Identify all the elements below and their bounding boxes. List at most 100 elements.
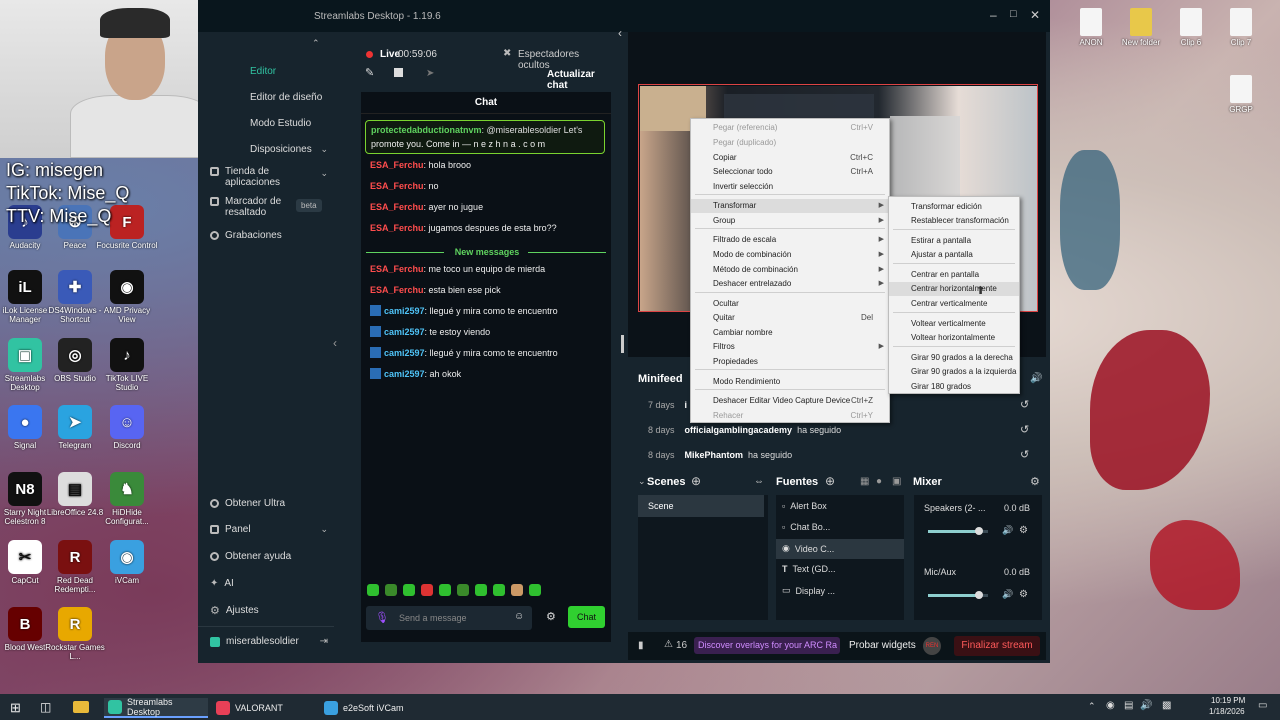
source-item[interactable]: ▫ Alert Box [782,501,827,511]
file-explorer-icon[interactable] [73,701,89,713]
close-icon[interactable]: ✕ [1030,8,1040,22]
task-view-icon[interactable]: ◫ [40,700,51,714]
refresh-chat-button[interactable]: Actualizar chat [547,69,612,91]
speaker-icon[interactable]: 🔊 [1140,700,1152,711]
context-menu-item[interactable]: Ocultar [691,297,889,311]
desktop-icon[interactable]: R Rockstar Games L... [44,607,106,661]
source-item[interactable]: ▭ Display ... [782,585,835,596]
sidebar-item-help[interactable]: Obtener ayuda [210,551,291,562]
collapse-left-icon[interactable]: ‹ [333,336,337,350]
test-widgets-button[interactable]: Probar widgets [849,640,916,651]
replay-icon[interactable]: ↺ [1020,423,1029,436]
chat-username[interactable]: cami2597 [384,369,425,379]
logout-icon[interactable]: ⇥ [320,636,328,647]
clapper-icon[interactable] [394,68,403,77]
desktop-icon[interactable]: ◉ iVCam [96,540,158,585]
feed-user[interactable]: officialgamblingacademy [685,425,793,435]
chat-input[interactable]: 🎙 Send a message ☺ [366,606,532,630]
taskbar-app[interactable]: VALORANT [212,698,312,718]
gear-icon[interactable]: ⚙ [1019,589,1028,600]
context-menu-item[interactable]: Deshacer Editar Video Capture Device Ctrl… [691,394,889,408]
emote-icon[interactable] [457,584,469,596]
submenu-item[interactable]: Girar 180 grados [889,380,1019,394]
tray-overflow-icon[interactable]: ⌃ [1088,701,1096,712]
avatar[interactable]: REN [923,637,941,655]
context-menu-item[interactable]: Modo Rendimiento [691,375,889,389]
desktop-icon[interactable]: ♞ HiDHide Configurat... [96,472,158,526]
sidebar-item-dashboard[interactable]: Panel ⌄ [210,524,328,535]
resize-handle[interactable] [621,335,624,353]
desktop-icon[interactable]: ♪ TikTok LIVE Studio [96,338,158,392]
speaker-icon[interactable]: 🔊 [1002,525,1013,536]
submenu-item[interactable]: Transformar edición [889,200,1019,214]
sidebar-item-layouts[interactable]: Disposiciones ⌄ [210,144,328,155]
volume-slider[interactable] [928,527,988,535]
battery-icon[interactable]: ▩ [1162,700,1171,711]
chat-username[interactable]: ESA_Ferchu [370,202,424,212]
emote-icon[interactable] [367,584,379,596]
emote-icon[interactable] [511,584,523,596]
context-menu-item[interactable]: Quitar Del [691,311,889,325]
context-menu-item[interactable]: Método de combinación ▶ [691,263,889,277]
source-tools-icon[interactable]: ▦ [860,476,869,487]
chat-username[interactable]: protectedabductionatnvm [371,125,482,135]
chat-username[interactable]: ESA_Ferchu [370,285,424,295]
chat-username[interactable]: ESA_Ferchu [370,223,424,233]
speaker-icon[interactable]: 🔊 [1002,589,1013,600]
submenu-item[interactable]: Centrar en pantalla [889,268,1019,282]
chat-send-button[interactable]: Chat [568,606,605,628]
feed-user[interactable]: MikePhantom [685,450,744,460]
context-menu-item[interactable]: Invertir selección [691,180,889,194]
chevron-up-icon[interactable]: ⌃ [312,38,320,49]
submenu-item[interactable]: Estirar a pantalla [889,234,1019,248]
emote-icon[interactable] [439,584,451,596]
clock-date[interactable]: 1/18/2026 [1209,707,1245,716]
add-scene-icon[interactable]: ⊕ [691,474,701,488]
minimize-icon[interactable]: – [990,8,997,22]
emote-icon[interactable] [475,584,487,596]
context-menu-item[interactable]: Filtros ▶ [691,340,889,354]
submenu-item[interactable]: Girar 90 grados a la izquierda [889,365,1019,379]
gear-icon[interactable]: ⚙ [1030,475,1040,488]
source-item[interactable]: T Text (GD... [782,564,836,574]
folder-icon[interactable]: ▣ [892,476,901,487]
scene-transitions-icon[interactable]: ⇔ [754,476,764,487]
sidebar-item-ai[interactable]: ✦ AI [210,578,234,589]
promo-banner[interactable]: Discover overlays for your ARC Ra [694,637,840,654]
desktop-icon[interactable]: ◉ AMD Privacy View [96,270,158,324]
desktop-icon[interactable]: Clip 7 [1210,8,1272,47]
chat-username[interactable]: ESA_Ferchu [370,264,424,274]
eye-slash-icon[interactable]: ✖ [503,48,511,59]
edit-icon[interactable]: ✎ [365,66,374,79]
context-menu-item[interactable]: Modo de combinación ▶ [691,248,889,262]
emote-icon[interactable] [421,584,433,596]
submenu-item[interactable]: Ajustar a pantalla [889,248,1019,262]
clock-time[interactable]: 10:19 PM [1211,696,1245,705]
sidebar-item-settings[interactable]: ⚙ Ajustes [210,604,259,617]
sidebar-item-app-store[interactable]: Tienda de aplicaciones ⌄ [210,166,328,188]
steam-icon[interactable]: ◉ [1106,700,1115,711]
submenu-item[interactable]: Voltear horizontalmente [889,331,1019,345]
emote-icon[interactable] [385,584,397,596]
context-menu-item[interactable]: Filtrado de escala ▶ [691,233,889,247]
mic-icon[interactable]: 🎙 [375,611,389,624]
context-menu-item[interactable]: Seleccionar todo Ctrl+A [691,165,889,179]
sidebar-item-highlighter[interactable]: Marcador de resaltado beta [210,196,328,218]
chat-username[interactable]: ESA_Ferchu [370,160,424,170]
volume-knob[interactable] [975,591,983,599]
context-menu-item[interactable]: Copiar Ctrl+C [691,151,889,165]
maximize-icon[interactable]: □ [1010,8,1017,20]
desktop-icon[interactable]: ☺ Discord [96,405,158,450]
taskbar-app[interactable]: e2eSoft iVCam [320,698,430,718]
chat-username[interactable]: ESA_Ferchu [370,181,424,191]
context-menu-item[interactable]: Deshacer entrelazado ▶ [691,277,889,291]
share-icon[interactable]: ➤ [426,68,434,79]
sidebar-item-layout-editor[interactable]: Editor de diseño [210,92,322,103]
gear-icon[interactable]: ⚙ [546,610,556,623]
volume-knob[interactable] [975,527,983,535]
network-icon[interactable]: ▤ [1124,700,1133,711]
emote-icon[interactable] [493,584,505,596]
sidebar-item-recordings[interactable]: Grabaciones [210,230,282,241]
desktop-icon[interactable]: GRGP [1210,75,1272,114]
user-profile[interactable]: miserablesoldier ⇥ [210,636,328,647]
